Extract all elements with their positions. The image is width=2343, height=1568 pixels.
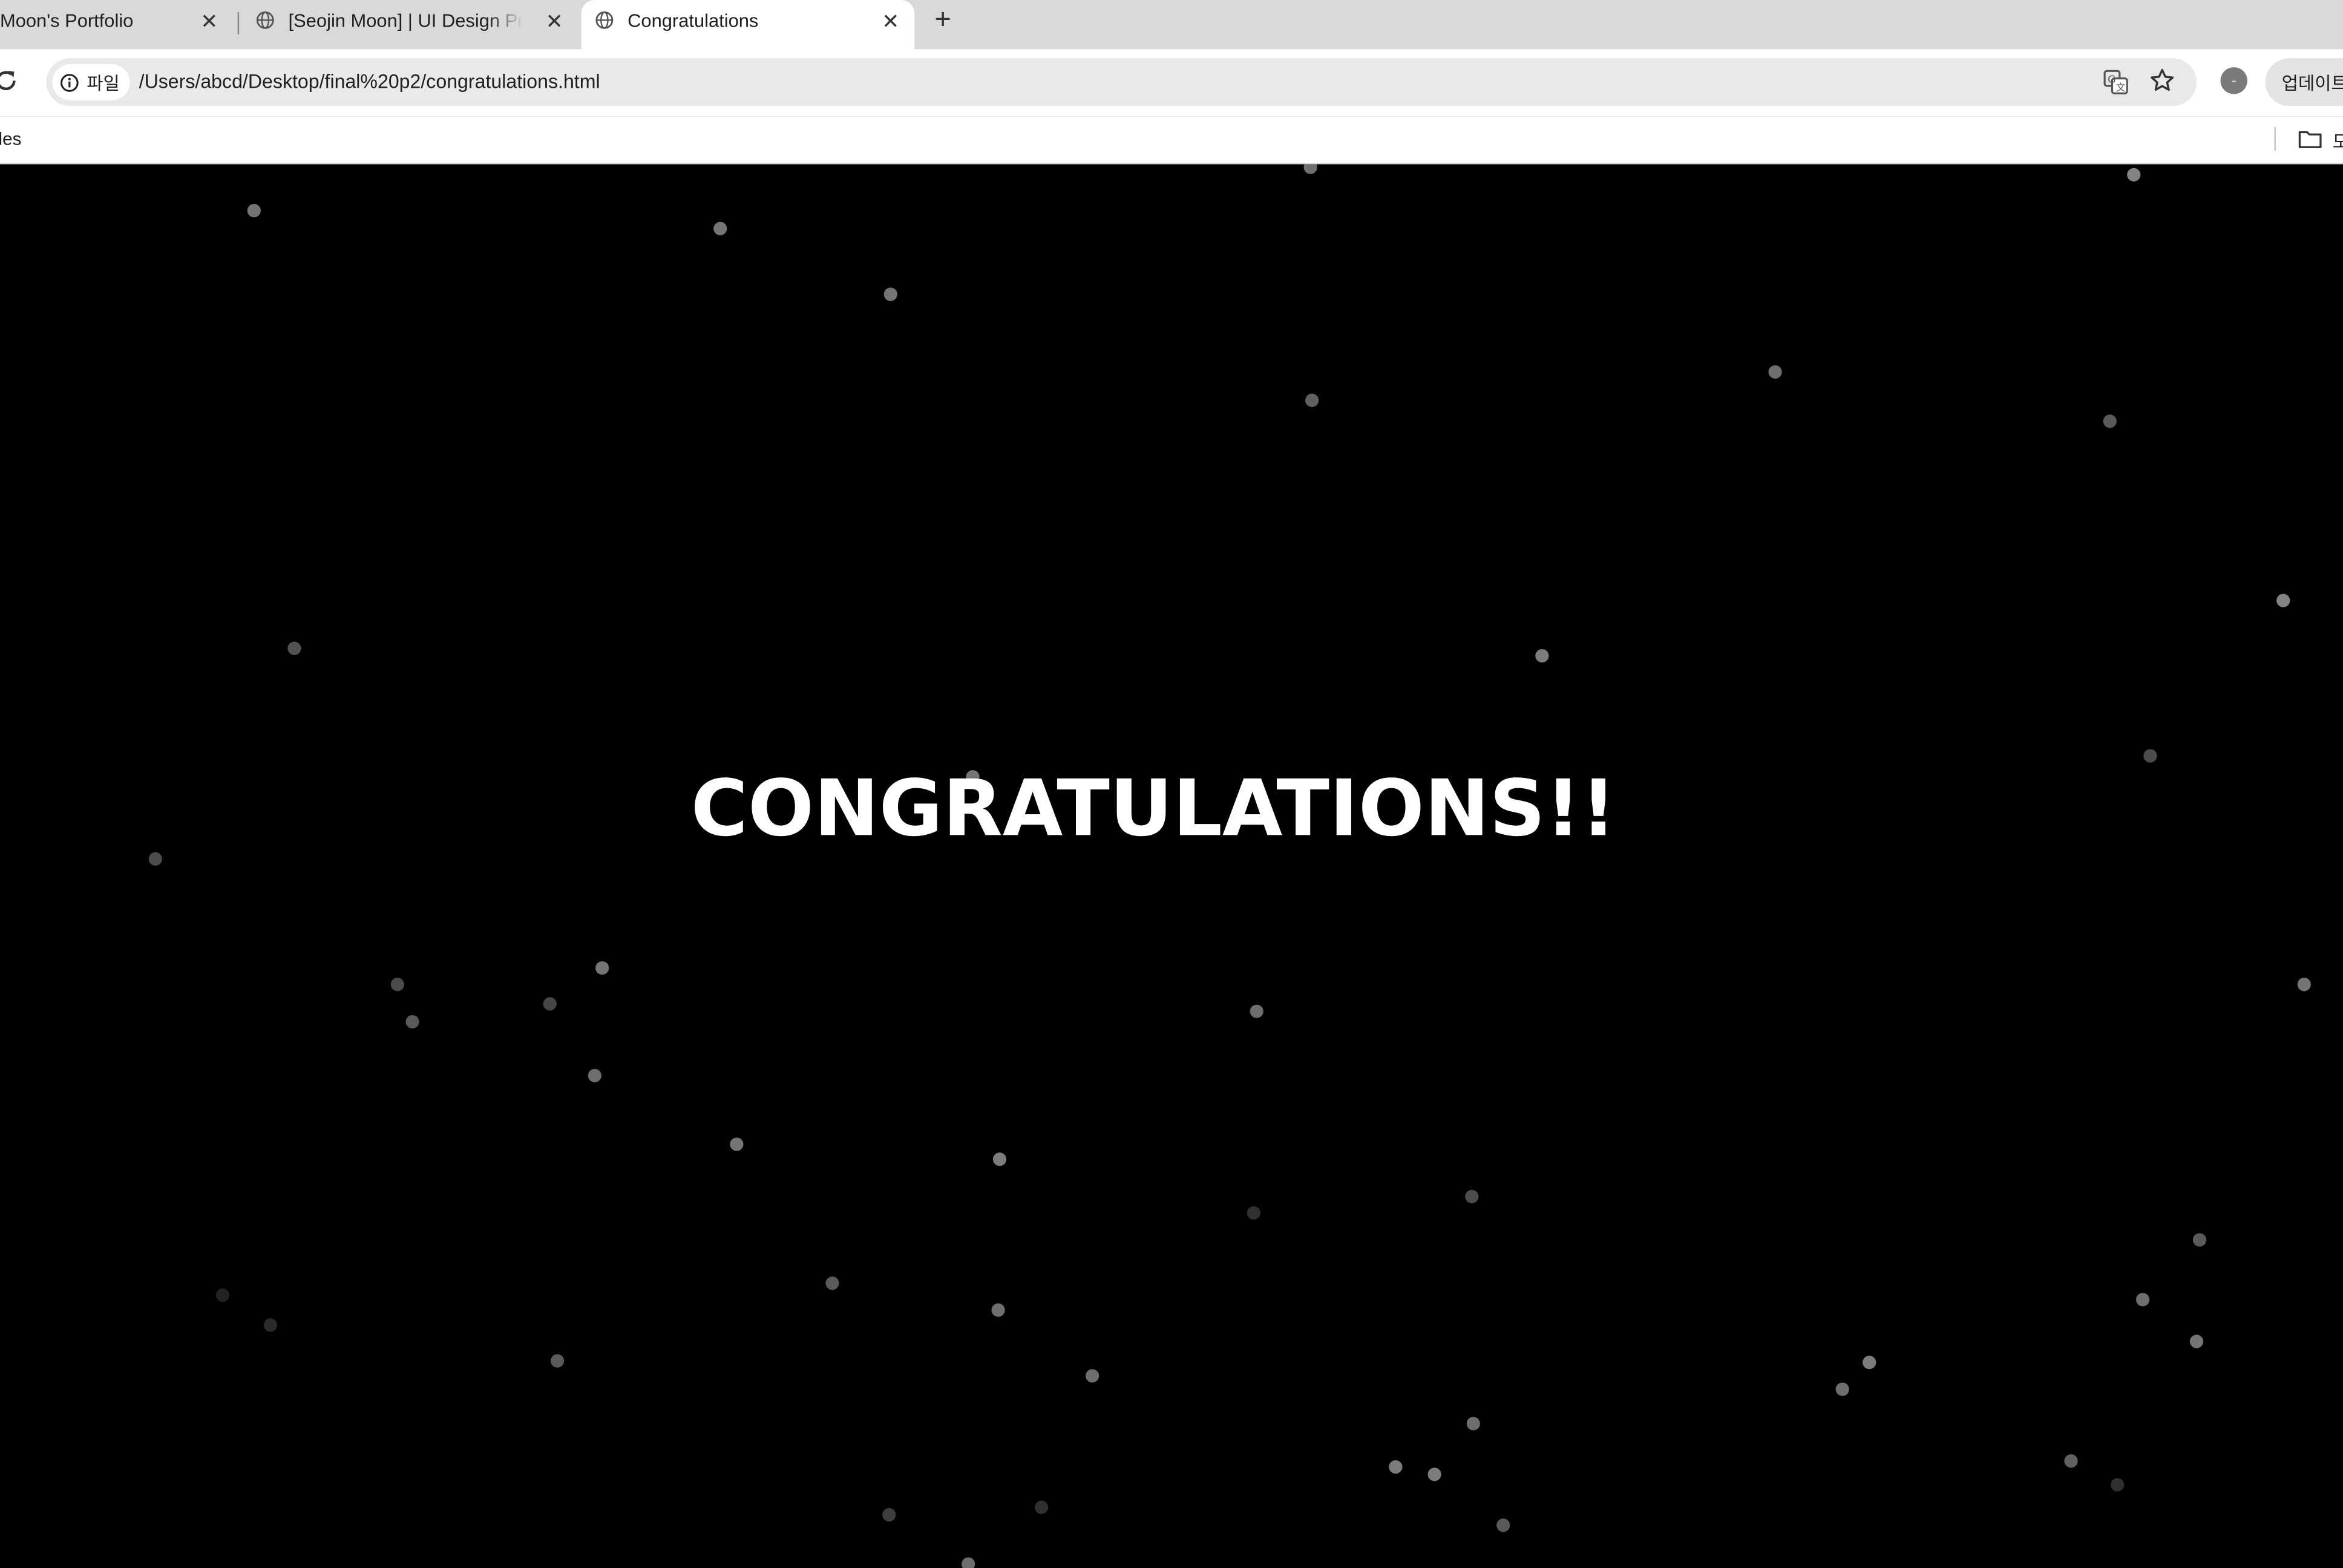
particle-dot: [1835, 1382, 1849, 1396]
particle-dot: [1465, 1189, 1479, 1204]
particle-dot: [825, 1276, 839, 1290]
particle-dot: [2276, 593, 2290, 607]
site-chip-label: 파일: [87, 72, 120, 94]
particle-dot: [2064, 1454, 2078, 1468]
site-info-chip[interactable]: 파일: [52, 64, 130, 100]
profile-initial: -: [2231, 72, 2236, 89]
particle-dot: [991, 1303, 1005, 1317]
particle-dot: [1035, 1500, 1049, 1514]
particle-dot: [1389, 1460, 1403, 1474]
url-text[interactable]: /Users/abcd/Desktop/final%20p2/congratul…: [139, 70, 600, 93]
particle-dot: [1305, 393, 1319, 407]
particle-dot: [1768, 365, 1782, 379]
particle-dot: [550, 1354, 565, 1368]
page-viewport: CONGRATULATIONS!!: [0, 164, 2343, 1568]
translate-icon[interactable]: G 文: [2102, 69, 2129, 96]
particle-dot: [2127, 168, 2141, 182]
particle-dot: [882, 1508, 896, 1522]
close-tab-icon[interactable]: ✕: [197, 8, 221, 33]
close-tab-icon[interactable]: ✕: [879, 8, 903, 33]
congratulations-headline: CONGRATULATIONS!!: [690, 765, 1616, 855]
particle-dot: [1303, 164, 1317, 174]
particle-dot: [730, 1137, 744, 1151]
svg-text:G: G: [2108, 74, 2115, 86]
svg-text:文: 文: [2116, 82, 2126, 93]
globe-icon: [595, 11, 614, 29]
particle-dot: [405, 1014, 419, 1029]
bookmark-folder-label[interactable]: 모: [2333, 128, 2343, 154]
particle-dot: [1427, 1468, 1441, 1481]
particle-field: [148, 164, 2311, 1568]
address-bar[interactable]: 파일 /Users/abcd/Desktop/final%20p2/congra…: [46, 58, 2197, 106]
particle-dot: [1535, 648, 1549, 663]
tab-moons-portfolio[interactable]: Moon's Portfolio ✕: [0, 0, 236, 41]
particle-dot: [2297, 978, 2311, 991]
particle-dot: [992, 1152, 1007, 1166]
particle-dot: [287, 641, 301, 655]
tab-label: [Seojin Moon] | UI Design Pro: [288, 10, 523, 31]
particle-dot: [595, 961, 609, 975]
update-button[interactable]: 업데이트: [2265, 58, 2343, 106]
toolbar: 파일 /Users/abcd/Desktop/final%20p2/congra…: [0, 49, 2343, 117]
particle-dot: [588, 1068, 601, 1083]
tab-separator: [237, 11, 240, 34]
particle-dot: [1250, 1004, 1263, 1018]
particle-dot: [215, 1288, 230, 1302]
particle-dot: [543, 997, 557, 1011]
particle-dot: [1466, 1417, 1480, 1431]
particle-dot: [962, 1557, 975, 1568]
particle-dot: [247, 204, 261, 218]
particle-dot: [263, 1318, 278, 1332]
tab-label: Moon's Portfolio: [0, 10, 134, 31]
reload-icon[interactable]: [0, 67, 19, 94]
particle-dot: [1247, 1206, 1260, 1220]
bookmark-item[interactable]: yles: [0, 128, 21, 149]
particle-dot: [2143, 749, 2157, 763]
particle-dot: [2192, 1233, 2207, 1247]
particle-dot: [2189, 1334, 2204, 1348]
profile-avatar[interactable]: -: [2220, 67, 2247, 94]
particle-dot: [1863, 1355, 1876, 1370]
new-tab-button[interactable]: +: [926, 4, 959, 37]
particle-dot: [390, 978, 404, 991]
bookmarks-bar: yles 모: [0, 116, 2343, 165]
particle-dot: [1496, 1518, 1510, 1532]
particle-dot: [883, 287, 897, 301]
particle-dot: [2135, 1293, 2150, 1307]
particle-dot: [1086, 1369, 1099, 1383]
particle-dot: [2103, 414, 2117, 428]
info-icon: [61, 73, 79, 91]
particle-dot: [2111, 1478, 2125, 1492]
tab-congratulations[interactable]: Congratulations ✕: [581, 0, 915, 50]
globe-icon: [256, 11, 274, 29]
particle-dot: [713, 221, 727, 235]
browser-window: Moon's Portfolio ✕ [Seojin Moon] | UI De…: [0, 0, 2343, 1568]
tab-label: Congratulations: [628, 10, 759, 31]
update-button-label: 업데이트: [2281, 72, 2343, 94]
folder-icon[interactable]: [2298, 128, 2322, 149]
bookmark-star-icon[interactable]: [2149, 67, 2175, 94]
tab-strip: Moon's Portfolio ✕ [Seojin Moon] | UI De…: [0, 0, 2343, 50]
tab-seojin-moon[interactable]: [Seojin Moon] | UI Design Pro ✕: [255, 0, 569, 41]
bookmarks-separator: [2274, 126, 2276, 151]
close-tab-icon[interactable]: ✕: [542, 8, 566, 33]
